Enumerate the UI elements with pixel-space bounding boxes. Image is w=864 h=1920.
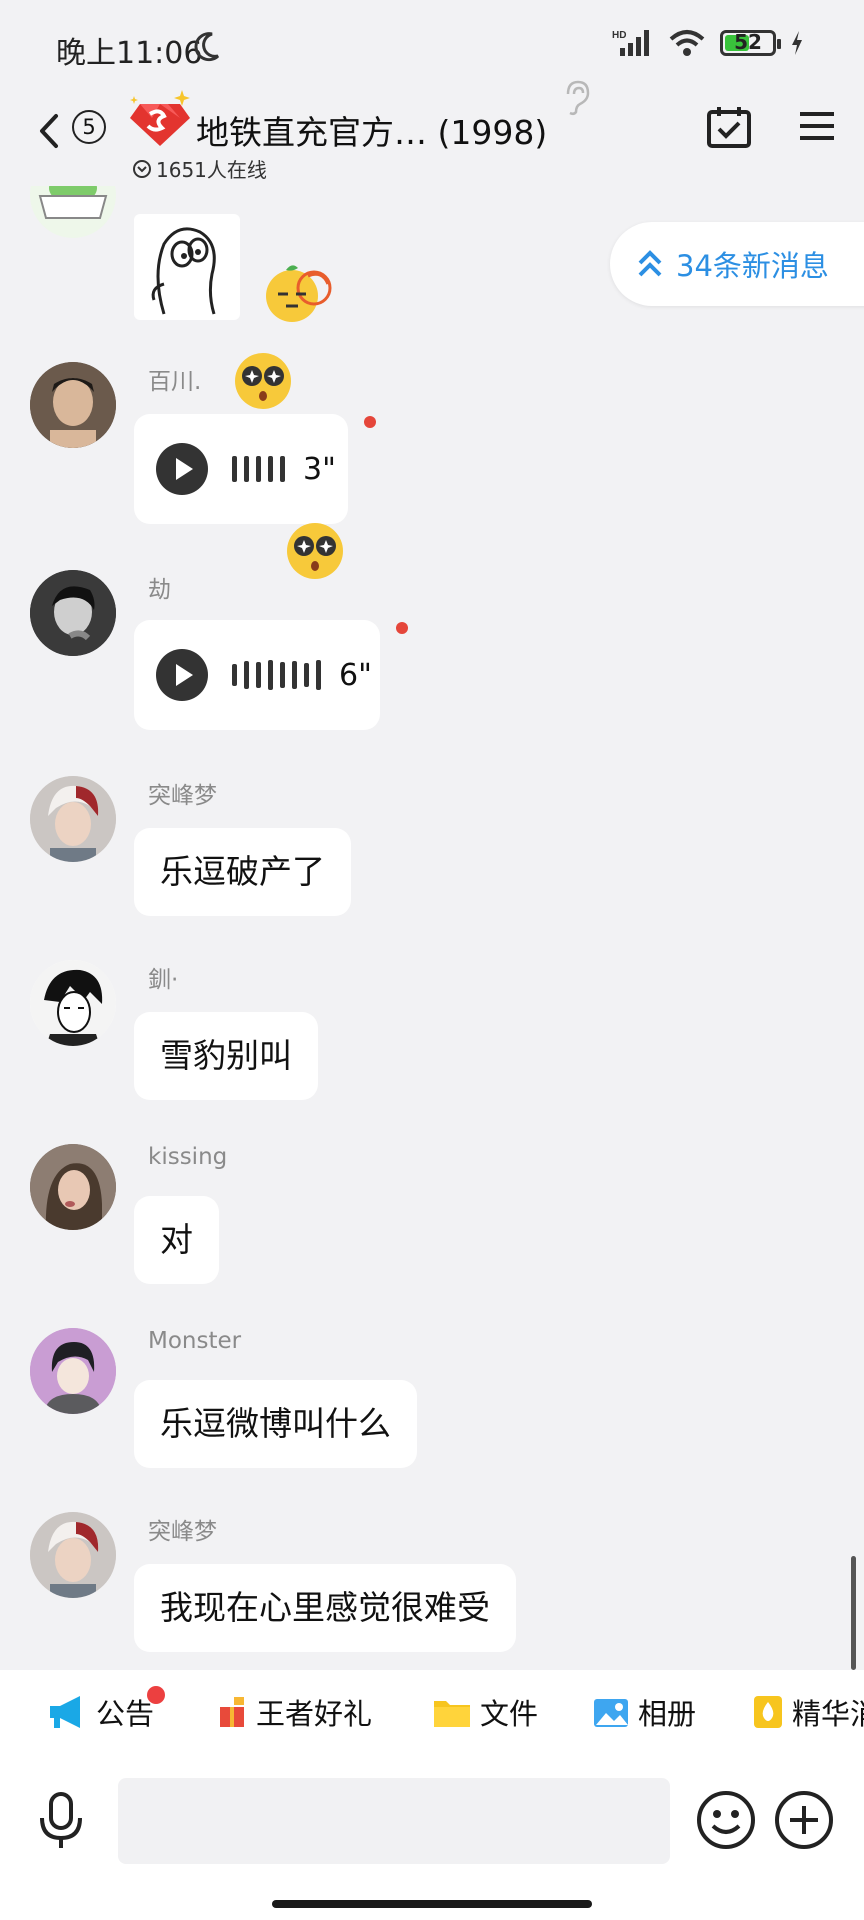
files-button[interactable]: 文件: [432, 1690, 538, 1734]
sender-name: 突峰梦: [148, 783, 217, 809]
chevron-down-circle-icon: [133, 159, 151, 178]
signal-icon: HD: [612, 30, 649, 56]
avatar[interactable]: [30, 186, 116, 238]
quick-item-label: 相册: [638, 1697, 697, 1731]
calendar-check-icon[interactable]: [706, 104, 752, 150]
sender-name: kissing: [148, 1144, 228, 1170]
sender-name: Monster: [148, 1328, 242, 1354]
battery-percent: 52: [734, 30, 762, 54]
album-button[interactable]: 相册: [592, 1690, 696, 1734]
avatar[interactable]: [30, 362, 116, 448]
sender-name: 釧·: [148, 967, 179, 993]
new-messages-button[interactable]: 34条新消息: [610, 222, 864, 306]
wifi-icon: [669, 30, 705, 56]
group-title[interactable]: 地铁直充官方… (1998): [196, 106, 547, 154]
folder-icon: [434, 1701, 470, 1727]
person-avatar-icon: [30, 570, 116, 656]
avatar[interactable]: [30, 1144, 116, 1230]
message-input[interactable]: [118, 1778, 670, 1864]
unread-voice-dot: [396, 622, 408, 634]
moon-icon: [194, 32, 220, 62]
orange-face-emoji-icon: [266, 265, 332, 322]
avatar[interactable]: [30, 776, 116, 862]
quick-item-label: 王者好礼: [256, 1697, 373, 1731]
text-message[interactable]: 乐逗微博叫什么: [134, 1380, 417, 1468]
sticker-image[interactable]: [134, 214, 240, 320]
person-avatar-icon: [30, 776, 116, 862]
new-messages-label: 34条新消息: [676, 249, 829, 283]
avatar[interactable]: [30, 1512, 116, 1598]
home-indicator[interactable]: [272, 1900, 592, 1908]
voice-duration: 6": [339, 657, 372, 693]
emoji-icon[interactable]: [696, 1790, 756, 1850]
person-avatar-icon: [30, 1512, 116, 1598]
microphone-icon[interactable]: [36, 1792, 86, 1850]
starry-eyes-emoji-icon: [287, 523, 343, 579]
text-message[interactable]: 对: [134, 1196, 219, 1284]
frog-avatar-icon: [38, 186, 108, 219]
gift-icon: [220, 1697, 244, 1727]
back-icon[interactable]: [30, 106, 66, 156]
megaphone-icon: [50, 1696, 80, 1728]
status-time: 晚上11:06: [56, 36, 203, 71]
starry-eyes-emoji-icon: [235, 353, 291, 409]
chat-header: 5 地铁直充官方… (1998) 1651人在线: [0, 80, 864, 186]
quick-item-label: 精华消: [792, 1697, 864, 1731]
gift-button[interactable]: 王者好礼: [216, 1690, 372, 1734]
person-avatar-icon: [30, 362, 116, 448]
avatar[interactable]: [30, 960, 116, 1046]
voice-message[interactable]: 6": [134, 620, 380, 730]
quick-action-bar[interactable]: 公告 王者好礼 文件 相册 精华消: [0, 1670, 864, 1756]
text-message[interactable]: 乐逗破产了: [134, 828, 351, 916]
status-bar: 晚上11:06 HD 52: [0, 0, 864, 96]
person-avatar-icon: [30, 1144, 116, 1230]
ghost-sticker-icon: [151, 227, 216, 315]
announcement-button[interactable]: 公告: [46, 1690, 154, 1734]
network-type: HD: [612, 30, 626, 41]
quick-item-label: 文件: [480, 1697, 539, 1731]
group-logo: [130, 90, 190, 146]
voice-waveform: [232, 456, 285, 482]
plus-icon[interactable]: [774, 1790, 834, 1850]
menu-icon[interactable]: [798, 110, 836, 142]
sender-name: 劫: [148, 577, 171, 603]
online-count: 1651人在线: [156, 158, 267, 182]
person-avatar-icon: [30, 1328, 116, 1414]
text-message[interactable]: 我现在心里感觉很难受: [134, 1564, 516, 1652]
essence-button[interactable]: 精华消: [752, 1690, 864, 1734]
voice-message[interactable]: 3": [134, 414, 348, 524]
photo-icon: [594, 1699, 628, 1727]
person-avatar-icon: [30, 960, 116, 1046]
message-list[interactable]: 34条新消息 百川. 3" 劫 6" 突峰梦 乐逗破产了 釧· 雪豹别叫 kis…: [0, 186, 864, 1670]
avatar[interactable]: [30, 1328, 116, 1414]
quick-item-label: 公告: [96, 1697, 155, 1731]
unread-count-badge[interactable]: 5: [72, 110, 106, 144]
text-message[interactable]: 雪豹别叫: [134, 1012, 318, 1100]
double-chevron-up-icon: [638, 250, 662, 277]
unread-voice-dot: [364, 416, 376, 428]
voice-duration: 3": [303, 451, 336, 487]
essence-icon: [754, 1696, 782, 1728]
voice-waveform: [232, 660, 321, 690]
notification-dot: [147, 1686, 165, 1704]
charging-icon: [792, 31, 802, 55]
ear-icon[interactable]: [560, 80, 592, 116]
battery-indicator: 52: [720, 30, 781, 56]
scrollbar[interactable]: [851, 1556, 856, 1670]
avatar[interactable]: [30, 570, 116, 656]
play-icon[interactable]: [156, 649, 208, 701]
sender-name: 百川.: [148, 369, 202, 395]
sender-name: 突峰梦: [148, 1519, 217, 1545]
input-bar: [0, 1756, 864, 1920]
online-status: 1651人在线: [132, 154, 267, 183]
play-icon[interactable]: [156, 443, 208, 495]
